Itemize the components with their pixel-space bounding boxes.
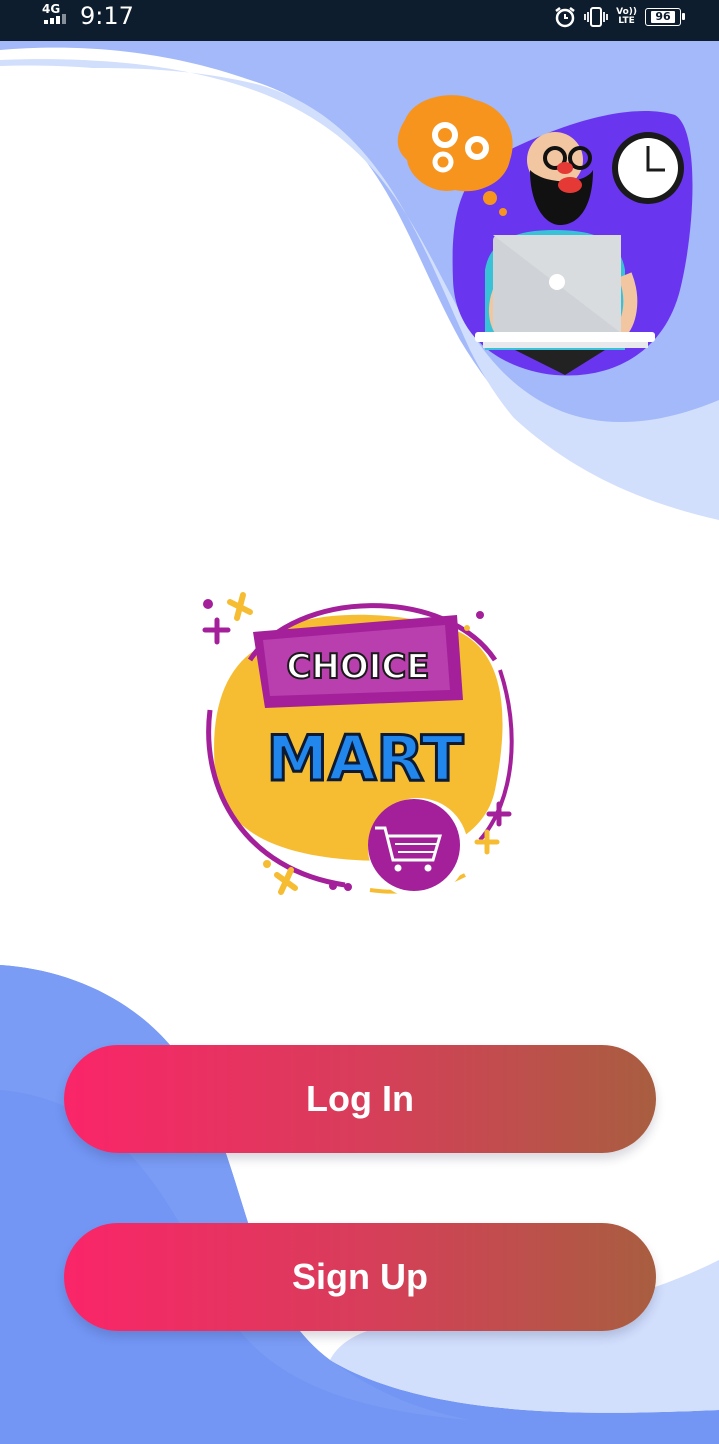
thought-bubble-icon — [397, 95, 513, 216]
wall-clock-icon — [612, 132, 684, 204]
status-icons: Vo)) LTE 96 — [554, 5, 685, 29]
status-bar: 4G 9:17 Vo)) LTE 96 — [0, 0, 719, 41]
signup-button-label: Sign Up — [292, 1256, 428, 1297]
signup-button[interactable]: Sign Up — [64, 1223, 656, 1331]
hero-illustration — [397, 95, 693, 376]
volte-icon: Vo)) LTE — [616, 7, 637, 26]
shopping-cart-icon — [368, 798, 468, 898]
battery-icon: 96 — [645, 8, 685, 26]
logo-text-mart: MART — [267, 722, 464, 795]
app-logo: CHOICE MART — [202, 592, 514, 898]
battery-level: 96 — [651, 11, 675, 23]
alarm-icon — [555, 7, 575, 28]
clock-time: 9:17 — [80, 2, 134, 30]
login-button-label: Log In — [306, 1078, 414, 1119]
logo-text-choice: CHOICE — [286, 647, 429, 687]
login-button[interactable]: Log In — [64, 1045, 656, 1153]
signal-icon — [44, 14, 66, 24]
vibrate-icon — [584, 7, 609, 27]
